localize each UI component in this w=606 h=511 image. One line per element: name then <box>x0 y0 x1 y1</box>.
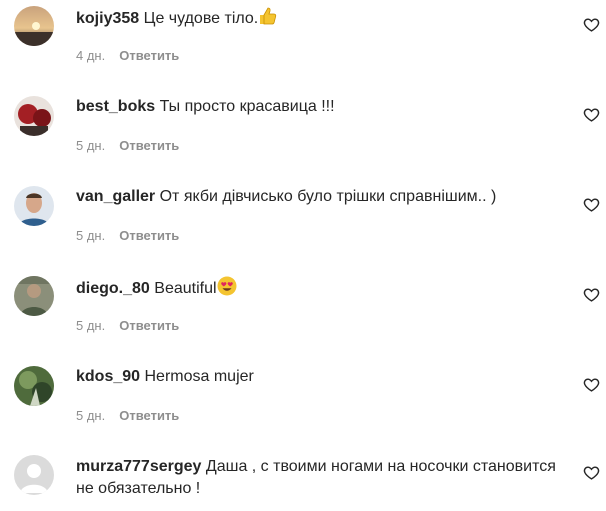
comment-username[interactable]: best_boks <box>76 98 155 115</box>
heart-outline-icon[interactable] <box>583 16 600 33</box>
heart-outline-icon[interactable] <box>583 376 600 393</box>
reply-button[interactable]: Ответить <box>119 138 179 153</box>
comment-text: Hermosa mujer <box>144 368 254 385</box>
comment-age: 5 дн. <box>76 138 106 153</box>
comment-item: van_galler От якби дівчисько було трішки… <box>0 180 606 270</box>
comment-username[interactable]: diego._80 <box>76 280 150 297</box>
comment-username[interactable]: murza777sergey <box>76 458 201 475</box>
reply-button[interactable]: Ответить <box>119 318 179 333</box>
comments-list: kojiy358 Це чудове тіло. 4 дн. Ответить b… <box>0 0 606 511</box>
heart-outline-icon[interactable] <box>583 106 600 123</box>
comment-age: 4 дн. <box>76 48 106 63</box>
comment-username[interactable]: van_galler <box>76 188 155 205</box>
reply-button[interactable]: Ответить <box>119 48 179 63</box>
avatar[interactable] <box>14 455 54 495</box>
avatar[interactable] <box>14 6 54 46</box>
comment-username[interactable]: kojiy358 <box>76 10 139 27</box>
comment-text: Ты просто красавица !!! <box>159 98 335 115</box>
comment-meta: 5 дн. Ответить <box>76 138 179 153</box>
comment-item: kojiy358 Це чудове тіло. 4 дн. Ответить <box>0 0 606 90</box>
comment-meta: 5 дн. Ответить <box>76 408 179 423</box>
thumbs-up-emoji <box>258 6 278 33</box>
comment-meta: 4 дн. Ответить <box>76 48 179 63</box>
comment-item: best_boks Ты просто красавица !!! 5 дн. О… <box>0 90 606 180</box>
comment-username[interactable]: kdos_90 <box>76 368 140 385</box>
reply-button[interactable]: Ответить <box>119 228 179 243</box>
comment-age: 5 дн. <box>76 318 106 333</box>
comment-item: kdos_90 Hermosa mujer 5 дн. Ответить <box>0 360 606 450</box>
comment-text: Це чудове тіло. <box>144 7 279 27</box>
comment-meta: 5 дн. Ответить <box>76 228 179 243</box>
comment-item: diego._80 Beautiful 5 дн. Ответить <box>0 270 606 360</box>
comment-text: Beautiful <box>154 276 237 297</box>
avatar[interactable] <box>14 186 54 226</box>
avatar[interactable] <box>14 366 54 406</box>
comment-meta: 5 дн. Ответить <box>76 318 179 333</box>
avatar[interactable] <box>14 96 54 136</box>
avatar[interactable] <box>14 276 54 316</box>
comment-age: 5 дн. <box>76 408 106 423</box>
heart-outline-icon[interactable] <box>583 196 600 213</box>
heart-eyes-emoji <box>217 276 237 303</box>
comment-text: От якби дівчисько було трішки справнішим… <box>159 188 497 205</box>
comment-item: murza777sergey Даша , с твоими ногами на… <box>0 450 606 511</box>
comment-age: 5 дн. <box>76 228 106 243</box>
heart-outline-icon[interactable] <box>583 464 600 481</box>
reply-button[interactable]: Ответить <box>119 408 179 423</box>
heart-outline-icon[interactable] <box>583 286 600 303</box>
